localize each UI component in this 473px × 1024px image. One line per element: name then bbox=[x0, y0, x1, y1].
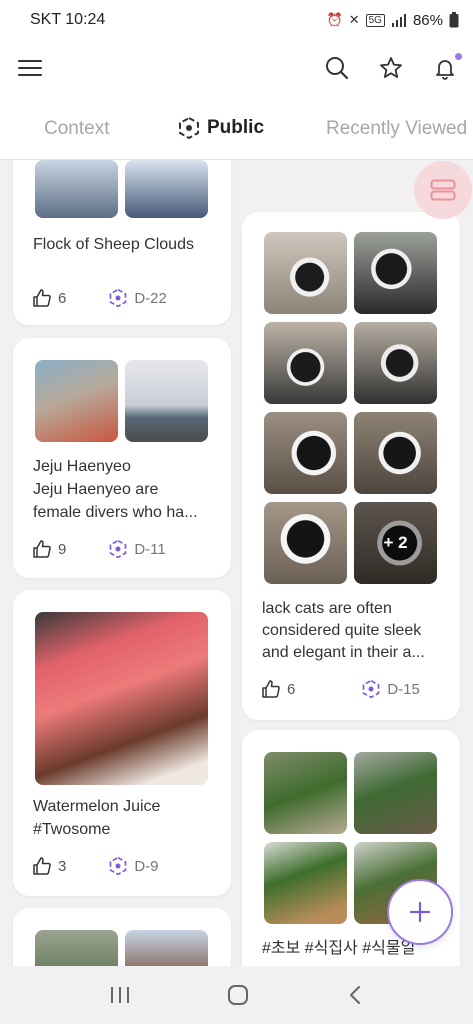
home-icon[interactable] bbox=[227, 984, 249, 1006]
mute-icon: ✕ bbox=[348, 12, 360, 27]
post-title: Jeju Haenyeo bbox=[33, 458, 131, 475]
battery-icon bbox=[449, 12, 459, 28]
deadline-label: D-22 bbox=[134, 289, 167, 307]
post-photo bbox=[354, 232, 437, 314]
add-post-button[interactable] bbox=[387, 879, 453, 945]
back-icon[interactable] bbox=[345, 984, 365, 1006]
deadline-label: D-11 bbox=[134, 540, 166, 558]
post-photo bbox=[35, 360, 118, 442]
alarm-icon: ⏰ bbox=[326, 12, 343, 27]
status-icons: ⏰ ✕ 5G 86% bbox=[327, 12, 459, 29]
tab-bar: Context Public Recently Viewed bbox=[0, 96, 473, 160]
post-photo bbox=[354, 322, 437, 404]
post-meta: 3 D-9 bbox=[32, 856, 159, 876]
thumbs-up-icon[interactable] bbox=[32, 856, 52, 876]
deadline-label: D-15 bbox=[387, 680, 420, 698]
system-nav-bar bbox=[0, 966, 473, 1024]
battery-level: 86% bbox=[412, 11, 443, 29]
post-photo bbox=[35, 930, 118, 966]
notification-dot bbox=[455, 53, 462, 60]
post-description: Jeju Haenyeo are bbox=[33, 481, 159, 498]
post-photo bbox=[125, 930, 208, 966]
network-label: 5G bbox=[365, 13, 385, 27]
post-hashtags: #초보 #식집사 #식물일 bbox=[262, 940, 416, 957]
deadline-hexagon-icon bbox=[110, 856, 127, 876]
search-icon[interactable] bbox=[323, 54, 351, 82]
post-photo bbox=[354, 752, 437, 834]
post-photo bbox=[354, 412, 437, 494]
post-photo bbox=[264, 752, 347, 834]
status-bar: SKT 10:24 ⏰ ✕ 5G 86% bbox=[0, 0, 473, 40]
post-title: Watermelon Juice bbox=[33, 798, 161, 815]
post-photo bbox=[35, 160, 118, 218]
post-card[interactable]: Watermelon Juice #Twosome 3 D-9 bbox=[13, 590, 231, 896]
post-card[interactable] bbox=[13, 908, 231, 966]
public-hexagon-icon bbox=[179, 116, 199, 140]
bell-icon[interactable] bbox=[431, 53, 462, 82]
deadline-hexagon-icon bbox=[110, 539, 127, 559]
tab-public-label: Public bbox=[207, 117, 265, 138]
post-photo bbox=[125, 160, 208, 218]
post-description: and elegant in their a... bbox=[262, 644, 425, 661]
like-count: 6 bbox=[58, 289, 67, 307]
tab-recently-viewed[interactable]: Recently Viewed bbox=[326, 118, 467, 140]
post-card[interactable]: Jeju Haenyeo Jeju Haenyeo are female div… bbox=[13, 338, 231, 578]
signal-icon bbox=[391, 14, 406, 27]
post-photo bbox=[264, 502, 347, 584]
app-bar bbox=[0, 40, 473, 96]
like-count: 3 bbox=[58, 857, 67, 875]
post-photo[interactable]: + 2 bbox=[354, 502, 437, 584]
plus-icon bbox=[409, 901, 431, 923]
post-title: Flock of Sheep Clouds bbox=[33, 236, 194, 253]
post-meta: 6 D-22 bbox=[32, 288, 167, 308]
post-description: considered quite sleek bbox=[262, 622, 422, 639]
post-meta: 6 D-15 bbox=[261, 679, 420, 699]
feed: Flock of Sheep Clouds 6 D-22 Jeju Haenye… bbox=[0, 160, 473, 966]
post-photo bbox=[35, 612, 208, 785]
post-photo bbox=[264, 842, 347, 924]
post-photo bbox=[125, 360, 208, 442]
post-card[interactable]: + 2 lack cats are often considered quite… bbox=[242, 212, 460, 720]
more-photos-overlay[interactable]: + 2 bbox=[354, 502, 437, 584]
tab-public[interactable]: Public bbox=[177, 116, 264, 140]
like-count: 9 bbox=[58, 540, 67, 558]
post-photo bbox=[264, 232, 347, 314]
thumbs-up-icon[interactable] bbox=[261, 679, 281, 699]
post-photo bbox=[264, 412, 347, 494]
tab-context[interactable]: Context bbox=[44, 118, 109, 140]
recents-icon[interactable] bbox=[108, 984, 132, 1006]
post-meta: 9 D-11 bbox=[32, 539, 166, 559]
post-description: #Twosome bbox=[33, 821, 111, 838]
post-description: female divers who ha... bbox=[33, 504, 198, 521]
layout-toggle-button[interactable] bbox=[414, 161, 472, 219]
deadline-hexagon-icon bbox=[363, 679, 380, 699]
star-icon[interactable] bbox=[377, 54, 405, 82]
like-count: 6 bbox=[287, 680, 296, 698]
thumbs-up-icon[interactable] bbox=[32, 539, 52, 559]
post-photo bbox=[264, 322, 347, 404]
post-description: lack cats are often bbox=[262, 600, 392, 617]
deadline-hexagon-icon bbox=[110, 288, 127, 308]
thumbs-up-icon[interactable] bbox=[32, 288, 52, 308]
post-card[interactable]: Flock of Sheep Clouds 6 D-22 bbox=[13, 160, 231, 325]
hamburger-icon[interactable] bbox=[16, 54, 44, 82]
stacked-rows-icon bbox=[430, 179, 456, 201]
carrier-time: SKT 10:24 bbox=[30, 11, 106, 28]
deadline-label: D-9 bbox=[134, 857, 159, 875]
